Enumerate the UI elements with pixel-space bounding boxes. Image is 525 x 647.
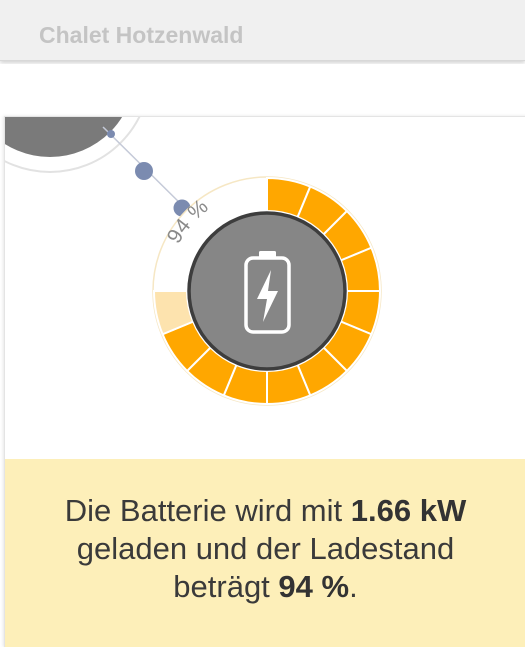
soc-value: 94 % [278,569,350,604]
app-header: Chalet Hotzenwald [0,0,525,61]
flow-dot [107,130,115,138]
flow-dot [135,162,153,180]
battery-card: 94 % Die Batterie wird mit 1.66 kW gelad… [4,116,525,647]
site-title: Chalet Hotzenwald [39,22,244,48]
status-text: Die Batterie wird mit 1.66 kW geladen un… [64,493,467,604]
grid-node-center [5,117,123,157]
status-message: Die Batterie wird mit 1.66 kW geladen un… [5,459,525,647]
energy-flow-diagram: 94 % [5,117,382,406]
header-spacer [0,64,525,114]
power-value: 1.66 kW [350,493,467,528]
